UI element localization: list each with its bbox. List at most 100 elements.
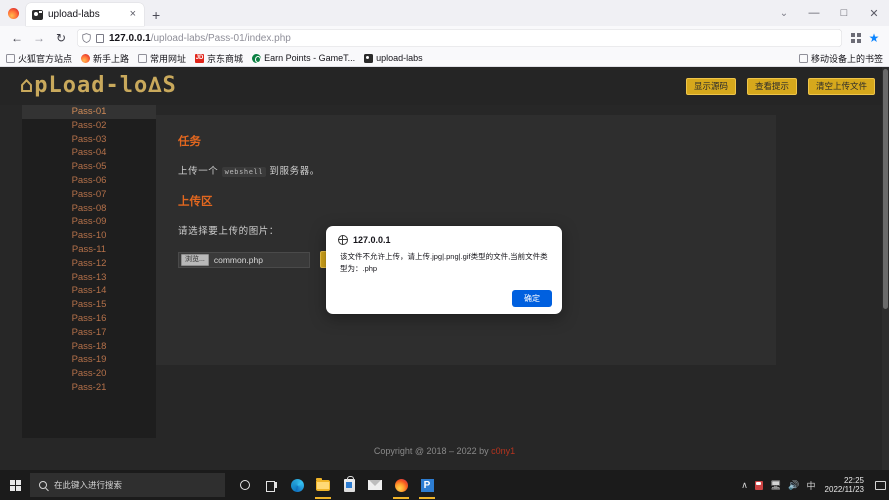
- cortana-button[interactable]: [232, 470, 258, 500]
- star-icon: ★: [869, 32, 880, 44]
- windows-taskbar: 在此键入进行搜索 P ∧ 🖥 🔊 中 22:25 2022/11/23: [0, 470, 889, 500]
- sidebar-item-pass-21[interactable]: Pass-21: [22, 381, 156, 395]
- maximize-button[interactable]: □: [829, 7, 859, 19]
- sidebar-item-pass-04[interactable]: Pass-04: [22, 146, 156, 160]
- sidebar-nav: Pass-01 Pass-02 Pass-03 Pass-04 Pass-05 …: [22, 105, 156, 438]
- notification-center-icon[interactable]: [875, 481, 886, 490]
- bookmark-item[interactable]: JD 京东商城: [195, 52, 243, 65]
- bookmark-label: 新手上路: [93, 52, 129, 65]
- sidebar-item-pass-05[interactable]: Pass-05: [22, 160, 156, 174]
- sidebar-item-pass-16[interactable]: Pass-16: [22, 312, 156, 326]
- sidebar-item-pass-09[interactable]: Pass-09: [22, 215, 156, 229]
- close-tab-icon[interactable]: ×: [128, 9, 138, 20]
- browser-tab[interactable]: upload-labs ×: [26, 3, 144, 26]
- bookmark-label: 火狐官方站点: [18, 52, 72, 65]
- show-source-button[interactable]: 显示源码: [686, 78, 736, 95]
- cortana-icon: [240, 480, 250, 490]
- mail-button[interactable]: [362, 470, 388, 500]
- sidebar-item-pass-13[interactable]: Pass-13: [22, 271, 156, 285]
- javascript-alert-dialog: 127.0.0.1 该文件不允许上传，请上传.jpg|.png|.gif类型的文…: [326, 226, 562, 314]
- start-button[interactable]: [5, 475, 25, 495]
- minimize-button[interactable]: —: [799, 7, 829, 19]
- sidebar-item-pass-15[interactable]: Pass-15: [22, 298, 156, 312]
- network-icon[interactable]: 🖥: [770, 480, 781, 491]
- url-text: 127.0.0.1/upload-labs/Pass-01/index.php: [109, 33, 291, 44]
- qr-code-icon: [851, 33, 861, 43]
- sidebar-item-pass-06[interactable]: Pass-06: [22, 174, 156, 188]
- window-controls: ⌄ — □ ✕: [769, 0, 889, 26]
- clear-uploads-button[interactable]: 清空上传文件: [808, 78, 875, 95]
- firefox-button[interactable]: [388, 470, 414, 500]
- site-footer: Copyright @ 2018 – 2022 by c0ny1: [0, 446, 889, 456]
- sidebar-item-pass-19[interactable]: Pass-19: [22, 353, 156, 367]
- page-scrollbar-thumb[interactable]: [883, 69, 888, 309]
- gametime-icon: [252, 54, 261, 63]
- bookmark-label: 京东商城: [207, 52, 243, 65]
- sidebar-item-pass-03[interactable]: Pass-03: [22, 133, 156, 147]
- file-explorer-button[interactable]: [310, 470, 336, 500]
- reload-icon[interactable]: ↻: [50, 28, 72, 48]
- sidebar-item-pass-11[interactable]: Pass-11: [22, 243, 156, 257]
- security-icon[interactable]: [755, 481, 763, 490]
- tab-title: upload-labs: [48, 9, 123, 20]
- browser-window: upload-labs × + ⌄ — □ ✕ ← → ↻ 127.0.0.1/…: [0, 0, 889, 470]
- sidebar-item-pass-20[interactable]: Pass-20: [22, 367, 156, 381]
- firefox-app-menu-button[interactable]: [0, 0, 26, 26]
- clock-time: 22:25: [825, 476, 864, 485]
- bookmark-item[interactable]: Earn Points - GameT...: [252, 53, 355, 63]
- qr-code-button[interactable]: [847, 29, 865, 47]
- selected-file-name: common.php: [214, 255, 263, 265]
- bookmark-button[interactable]: ★: [865, 29, 883, 47]
- sidebar-item-pass-02[interactable]: Pass-02: [22, 119, 156, 133]
- dialog-ok-button[interactable]: 确定: [512, 290, 552, 307]
- phpstudy-button[interactable]: P: [414, 470, 440, 500]
- dialog-header: 127.0.0.1: [326, 226, 562, 245]
- sidebar-item-pass-01[interactable]: Pass-01: [22, 105, 156, 119]
- sidebar-item-pass-10[interactable]: Pass-10: [22, 229, 156, 243]
- taskbar-clock[interactable]: 22:25 2022/11/23: [825, 476, 864, 494]
- page-scrollbar[interactable]: [882, 67, 889, 470]
- sidebar-item-pass-14[interactable]: Pass-14: [22, 284, 156, 298]
- close-window-button[interactable]: ✕: [859, 7, 889, 20]
- ime-indicator-icon[interactable]: 中: [807, 479, 816, 492]
- upload-heading: 上传区: [178, 193, 754, 209]
- dialog-origin-title: 127.0.0.1: [353, 235, 391, 245]
- dialog-footer: 确定: [512, 288, 552, 306]
- edge-icon: [291, 479, 304, 492]
- shield-icon: [82, 33, 91, 43]
- file-explorer-icon: [316, 480, 330, 491]
- bookmark-item[interactable]: 火狐官方站点: [6, 52, 72, 65]
- mail-icon: [368, 480, 382, 490]
- page-info-icon[interactable]: [96, 34, 104, 43]
- view-hint-button[interactable]: 查看提示: [747, 78, 797, 95]
- new-tab-button[interactable]: +: [152, 8, 160, 22]
- microsoft-store-button[interactable]: [336, 470, 362, 500]
- browse-button[interactable]: 浏览...: [181, 254, 209, 266]
- task-text-before: 上传一个: [178, 166, 222, 177]
- globe-icon: [338, 235, 348, 245]
- mobile-bookmarks-item[interactable]: 移动设备上的书签: [799, 52, 883, 65]
- list-all-tabs-icon[interactable]: ⌄: [769, 8, 799, 19]
- edge-button[interactable]: [284, 470, 310, 500]
- bookmark-item[interactable]: 常用网址: [138, 52, 186, 65]
- sidebar-item-pass-17[interactable]: Pass-17: [22, 326, 156, 340]
- author-link[interactable]: c0ny1: [491, 446, 515, 456]
- bookmark-item[interactable]: 新手上路: [81, 52, 129, 65]
- task-description: 上传一个 webshell 到服务器。: [178, 163, 754, 177]
- sidebar-item-pass-12[interactable]: Pass-12: [22, 257, 156, 271]
- address-bar[interactable]: 127.0.0.1/upload-labs/Pass-01/index.php: [77, 29, 842, 47]
- sidebar-item-pass-07[interactable]: Pass-07: [22, 188, 156, 202]
- sidebar-item-pass-08[interactable]: Pass-08: [22, 202, 156, 216]
- file-input[interactable]: 浏览... common.php: [178, 252, 310, 268]
- back-icon[interactable]: ←: [6, 28, 28, 48]
- phpstudy-icon: P: [421, 479, 434, 492]
- webshell-code-token: webshell: [222, 167, 267, 177]
- taskbar-search-input[interactable]: 在此键入进行搜索: [30, 473, 225, 497]
- show-hidden-icons-icon[interactable]: ∧: [741, 480, 748, 491]
- firefox-icon: [395, 479, 408, 492]
- sidebar-item-pass-18[interactable]: Pass-18: [22, 340, 156, 354]
- volume-icon[interactable]: 🔊: [788, 480, 799, 491]
- forward-icon[interactable]: →: [28, 28, 50, 48]
- bookmark-item[interactable]: upload-labs: [364, 53, 423, 63]
- task-view-button[interactable]: [258, 470, 284, 500]
